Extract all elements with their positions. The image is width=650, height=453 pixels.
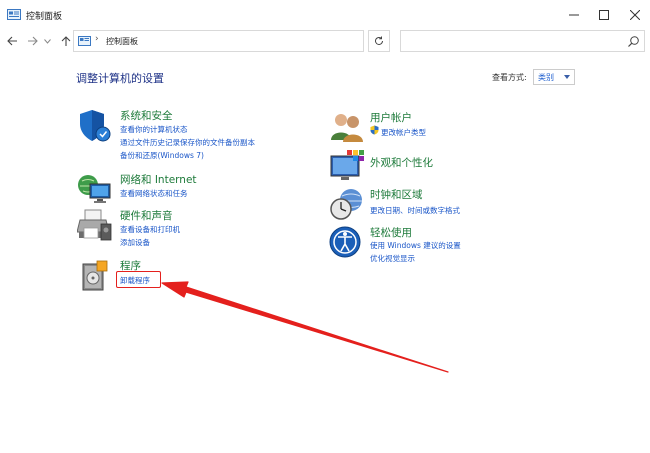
arrow-left-icon bbox=[6, 36, 17, 46]
view-by-label: 查看方式: bbox=[492, 73, 527, 82]
category-title-system-security[interactable]: 系统和安全 bbox=[120, 108, 173, 123]
control-panel-icon bbox=[78, 36, 91, 46]
category-hardware-sound: 硬件和声音 查看设备和打印机 添加设备 bbox=[77, 208, 307, 252]
chevron-down-icon bbox=[43, 38, 51, 44]
category-title-clock-region[interactable]: 时钟和区域 bbox=[370, 187, 423, 202]
back-button[interactable] bbox=[4, 33, 20, 49]
breadcrumb-separator: › bbox=[95, 34, 99, 44]
up-button[interactable] bbox=[58, 33, 74, 49]
display-palette-icon bbox=[330, 150, 364, 180]
users-icon bbox=[331, 114, 363, 142]
recent-locations-button[interactable] bbox=[42, 33, 52, 49]
navigation-bar: › 控制面板 bbox=[0, 30, 650, 52]
arrow-right-icon bbox=[27, 36, 38, 46]
uac-shield-icon bbox=[370, 125, 379, 135]
control-panel-icon bbox=[7, 9, 21, 20]
arrow-up-icon bbox=[61, 35, 71, 46]
category-user-accounts: 用户帐户 更改帐户类型 bbox=[329, 110, 559, 142]
view-by-dropdown[interactable]: 类别 bbox=[533, 69, 575, 85]
title-bar: 控制面板 bbox=[0, 0, 650, 30]
annotation-highlight-box bbox=[116, 271, 161, 288]
search-icon bbox=[628, 36, 639, 47]
address-bar[interactable]: › 控制面板 bbox=[73, 30, 433, 52]
ease-of-access-icon bbox=[329, 226, 361, 258]
link-change-account-type[interactable]: 更改帐户类型 bbox=[381, 127, 426, 138]
link-windows-suggested-settings[interactable]: 使用 Windows 建议的设置 bbox=[370, 240, 461, 251]
page-title: 调整计算机的设置 bbox=[76, 72, 164, 85]
window-title: 控制面板 bbox=[26, 12, 63, 22]
link-file-history-backup[interactable]: 通过文件历史记录保存你的文件备份副本 bbox=[120, 137, 255, 148]
clock-globe-icon bbox=[330, 189, 362, 220]
refresh-icon bbox=[375, 36, 383, 45]
category-network-internet: 网络和 Internet 查看网络状态和任务 bbox=[77, 172, 307, 206]
printer-icon bbox=[77, 209, 112, 241]
close-button[interactable] bbox=[617, 0, 650, 30]
category-ease-of-access: 轻松使用 使用 Windows 建议的设置 优化视觉显示 bbox=[329, 225, 559, 265]
forward-button[interactable] bbox=[24, 33, 40, 49]
category-title-network-internet[interactable]: 网络和 Internet bbox=[120, 172, 197, 187]
close-icon bbox=[630, 10, 640, 20]
link-add-device[interactable]: 添加设备 bbox=[120, 237, 150, 248]
refresh-button[interactable] bbox=[368, 30, 390, 52]
category-title-user-accounts[interactable]: 用户帐户 bbox=[370, 110, 412, 125]
link-network-status-tasks[interactable]: 查看网络状态和任务 bbox=[120, 188, 188, 199]
maximize-icon bbox=[599, 10, 609, 20]
programs-icon bbox=[82, 260, 108, 291]
minimize-icon bbox=[569, 14, 579, 16]
network-globe-icon bbox=[78, 175, 111, 203]
category-title-ease-of-access[interactable]: 轻松使用 bbox=[370, 225, 412, 240]
category-programs: 程序 卸载程序 bbox=[77, 258, 307, 292]
category-appearance-personalization: 外观和个性化 bbox=[329, 148, 559, 184]
category-clock-region: 时钟和区域 更改日期、时间或数字格式 bbox=[329, 187, 559, 221]
link-view-computer-status[interactable]: 查看你的计算机状态 bbox=[120, 124, 188, 135]
link-devices-printers[interactable]: 查看设备和打印机 bbox=[120, 224, 180, 235]
category-title-appearance-personalization[interactable]: 外观和个性化 bbox=[370, 155, 433, 170]
search-input[interactable] bbox=[400, 30, 645, 52]
category-system-security: 系统和安全 查看你的计算机状态 通过文件历史记录保存你的文件备份副本 备份和还原… bbox=[77, 108, 307, 164]
caret-down-icon bbox=[564, 75, 570, 79]
view-by-value: 类别 bbox=[538, 73, 554, 82]
shield-icon bbox=[80, 110, 111, 142]
link-change-date-time-format[interactable]: 更改日期、时间或数字格式 bbox=[370, 205, 460, 216]
breadcrumb-control-panel[interactable]: 控制面板 bbox=[106, 36, 138, 47]
link-backup-restore-win7[interactable]: 备份和还原(Windows 7) bbox=[120, 150, 204, 161]
category-title-hardware-sound[interactable]: 硬件和声音 bbox=[120, 208, 173, 223]
link-optimize-visual-display[interactable]: 优化视觉显示 bbox=[370, 253, 415, 264]
